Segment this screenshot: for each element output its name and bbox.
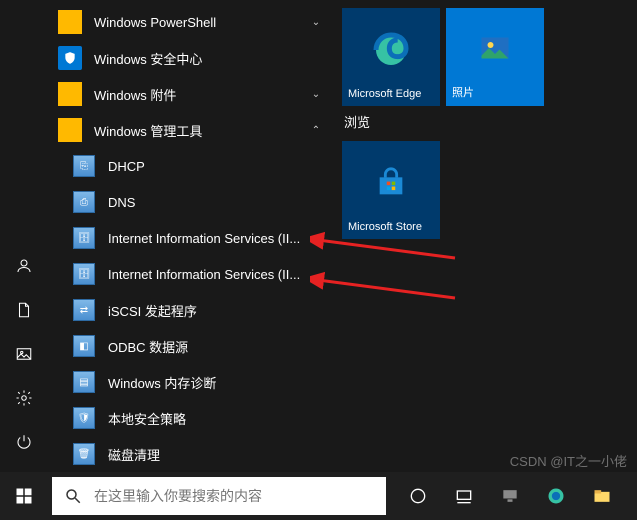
- documents-icon[interactable]: [0, 288, 48, 332]
- app-dns[interactable]: ⎙ DNS: [48, 184, 328, 220]
- app-label: Windows 附件: [94, 85, 304, 104]
- chevron-down-icon: ⌄: [304, 89, 328, 100]
- shield-icon: [58, 46, 82, 70]
- app-secpol[interactable]: 🛡 本地安全策略: [48, 400, 328, 436]
- iis-icon: 🗄: [72, 262, 96, 286]
- app-label: Windows PowerShell: [94, 15, 304, 30]
- app-label: iSCSI 发起程序: [108, 301, 328, 320]
- app-label: Windows 内存诊断: [108, 373, 328, 392]
- settings-icon[interactable]: [0, 376, 48, 420]
- tile-edge[interactable]: Microsoft Edge: [342, 8, 440, 106]
- app-iscsi[interactable]: ⇄ iSCSI 发起程序: [48, 292, 328, 328]
- account-icon[interactable]: [0, 244, 48, 288]
- tile-photos[interactable]: 照片: [446, 8, 544, 106]
- app-label: 本地安全策略: [108, 409, 328, 428]
- tile-store[interactable]: Microsoft Store: [342, 141, 440, 239]
- tiles-area: Microsoft Edge 照片 浏览 Microsoft Store: [328, 0, 637, 472]
- tile-label: Microsoft Edge: [346, 88, 436, 102]
- search-icon: [64, 487, 82, 505]
- store-icon: [374, 145, 408, 221]
- odbc-icon: ◧: [72, 334, 96, 358]
- app-iis-2[interactable]: 🗄 Internet Information Services (II...: [48, 256, 328, 292]
- app-label: Internet Information Services (II...: [108, 267, 328, 282]
- cortana-icon[interactable]: [396, 472, 440, 520]
- power-icon[interactable]: [0, 420, 48, 464]
- search-input[interactable]: [94, 488, 386, 504]
- chevron-down-icon: ⌄: [304, 17, 328, 28]
- pinned-server-manager[interactable]: [488, 472, 532, 520]
- app-label: Internet Information Services (II...: [108, 231, 328, 246]
- dns-icon: ⎙: [72, 190, 96, 214]
- task-view-icon[interactable]: [442, 472, 486, 520]
- diskclean-icon: 🗑: [72, 442, 96, 466]
- task-icons: [396, 472, 624, 520]
- rail: [0, 0, 48, 472]
- app-accessories[interactable]: Windows 附件 ⌄: [48, 76, 328, 112]
- memdiag-icon: ▤: [72, 370, 96, 394]
- start-button[interactable]: [0, 472, 48, 520]
- app-label: ODBC 数据源: [108, 337, 328, 356]
- edge-icon: [371, 12, 411, 88]
- folder-icon: [58, 118, 82, 142]
- app-odbc[interactable]: ◧ ODBC 数据源: [48, 328, 328, 364]
- app-memdiag[interactable]: ▤ Windows 内存诊断: [48, 364, 328, 400]
- secpol-icon: 🛡: [72, 406, 96, 430]
- app-iis-1[interactable]: 🗄 Internet Information Services (II...: [48, 220, 328, 256]
- tile-label: 照片: [450, 84, 540, 102]
- app-admintools[interactable]: Windows 管理工具 ⌃: [48, 112, 328, 148]
- search-box[interactable]: [52, 477, 386, 515]
- app-label: Windows 管理工具: [94, 121, 304, 140]
- taskbar: [0, 472, 637, 520]
- app-dhcp[interactable]: ⎘ DHCP: [48, 148, 328, 184]
- pinned-edge[interactable]: [534, 472, 578, 520]
- group-label: 浏览: [344, 112, 637, 131]
- app-label: Windows 安全中心: [94, 49, 328, 68]
- pictures-icon[interactable]: [0, 332, 48, 376]
- folder-icon: [58, 82, 82, 106]
- folder-icon: [58, 10, 82, 34]
- app-list: Windows PowerShell ⌄ Windows 安全中心 Window…: [48, 0, 328, 472]
- app-diskclean[interactable]: 🗑 磁盘清理: [48, 436, 328, 472]
- tile-label: Microsoft Store: [346, 221, 436, 235]
- start-menu: Windows PowerShell ⌄ Windows 安全中心 Window…: [0, 0, 637, 472]
- app-label: 磁盘清理: [108, 445, 328, 464]
- dhcp-icon: ⎘: [72, 154, 96, 178]
- app-security[interactable]: Windows 安全中心: [48, 40, 328, 76]
- iis-icon: 🗄: [72, 226, 96, 250]
- photos-icon: [477, 12, 513, 84]
- app-label: DHCP: [108, 159, 328, 174]
- pinned-explorer[interactable]: [580, 472, 624, 520]
- app-powershell[interactable]: Windows PowerShell ⌄: [48, 4, 328, 40]
- chevron-up-icon: ⌃: [304, 125, 328, 136]
- iscsi-icon: ⇄: [72, 298, 96, 322]
- app-label: DNS: [108, 195, 328, 210]
